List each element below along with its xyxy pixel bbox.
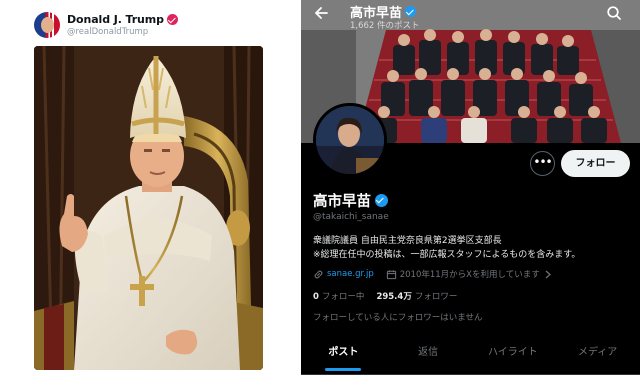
handle[interactable]: @realDonaldTrump — [67, 27, 178, 37]
chevron-right-icon[interactable] — [544, 270, 552, 279]
followers-label: フォロワー — [414, 292, 458, 302]
website-link[interactable]: sanae.gr.jp — [327, 269, 374, 279]
verified-badge-icon — [405, 6, 417, 17]
profile-name: 高市早苗 — [313, 194, 371, 210]
tab-replies[interactable]: 返信 — [386, 336, 471, 374]
profile-tabs: ポスト 返信 ハイライト メディア — [301, 336, 640, 375]
display-name[interactable]: Donald J. Trump — [67, 13, 164, 26]
profile-meta: sanae.gr.jp 2010年11月からXを利用しています — [313, 268, 552, 280]
tab-highlights[interactable]: ハイライト — [471, 336, 556, 374]
tab-media[interactable]: メディア — [555, 336, 640, 374]
joined-date: 2010年11月からXを利用しています — [399, 270, 540, 280]
top-bar: 高市早苗 1,662 件のポスト — [301, 0, 640, 34]
search-icon — [607, 6, 621, 20]
verified-badge-icon — [375, 194, 388, 207]
post-header: Donald J. Trump @realDonaldTrump — [34, 10, 178, 40]
header-post-count: 1,662 件のポスト — [350, 21, 420, 31]
following-label: フォロー中 — [321, 292, 365, 302]
profile-bio: 衆議院議員 自由民主党奈良県第2選挙区支部長 ※総理在任中の投稿は、一部広報スタ… — [313, 234, 635, 262]
followers-stat[interactable]: 295.4万 フォロワー — [376, 290, 457, 302]
pope-illustration — [34, 46, 263, 370]
follow-stats: 0 フォロー中 295.4万 フォロワー — [313, 290, 457, 302]
followed-by-note: フォローしている人にフォロワーはいません — [313, 313, 483, 323]
profile-handle: @takaichi_sanae — [313, 212, 389, 222]
following-count: 0 — [313, 292, 319, 302]
verified-badge-icon — [166, 14, 178, 25]
calendar-icon — [386, 269, 396, 279]
profile-avatar[interactable] — [313, 103, 387, 177]
back-button[interactable] — [310, 5, 332, 27]
post-image[interactable] — [34, 46, 263, 370]
profile-name-row: 高市早苗 — [313, 190, 388, 211]
x-profile-screen: 高市早苗 1,662 件のポスト ••• フォロー 高市早苗 @takaichi… — [301, 0, 640, 375]
search-button[interactable] — [606, 5, 626, 25]
avatar[interactable] — [34, 12, 60, 38]
tab-posts[interactable]: ポスト — [301, 336, 386, 374]
bio-line-1: 衆議院議員 自由民主党奈良県第2選挙区支部長 — [313, 236, 502, 246]
more-options-button[interactable]: ••• — [530, 151, 555, 176]
followers-count: 295.4万 — [376, 292, 412, 302]
following-stat[interactable]: 0 フォロー中 — [313, 290, 364, 302]
trump-post: Donald J. Trump @realDonaldTrump — [0, 0, 300, 375]
arrow-left-icon — [315, 7, 328, 19]
bio-line-2: ※総理在任中の投稿は、一部広報スタッフによるものを含みます。 — [313, 250, 581, 260]
link-icon — [314, 270, 323, 278]
avatar-photo — [316, 106, 384, 174]
follow-button[interactable]: フォロー — [561, 150, 630, 177]
